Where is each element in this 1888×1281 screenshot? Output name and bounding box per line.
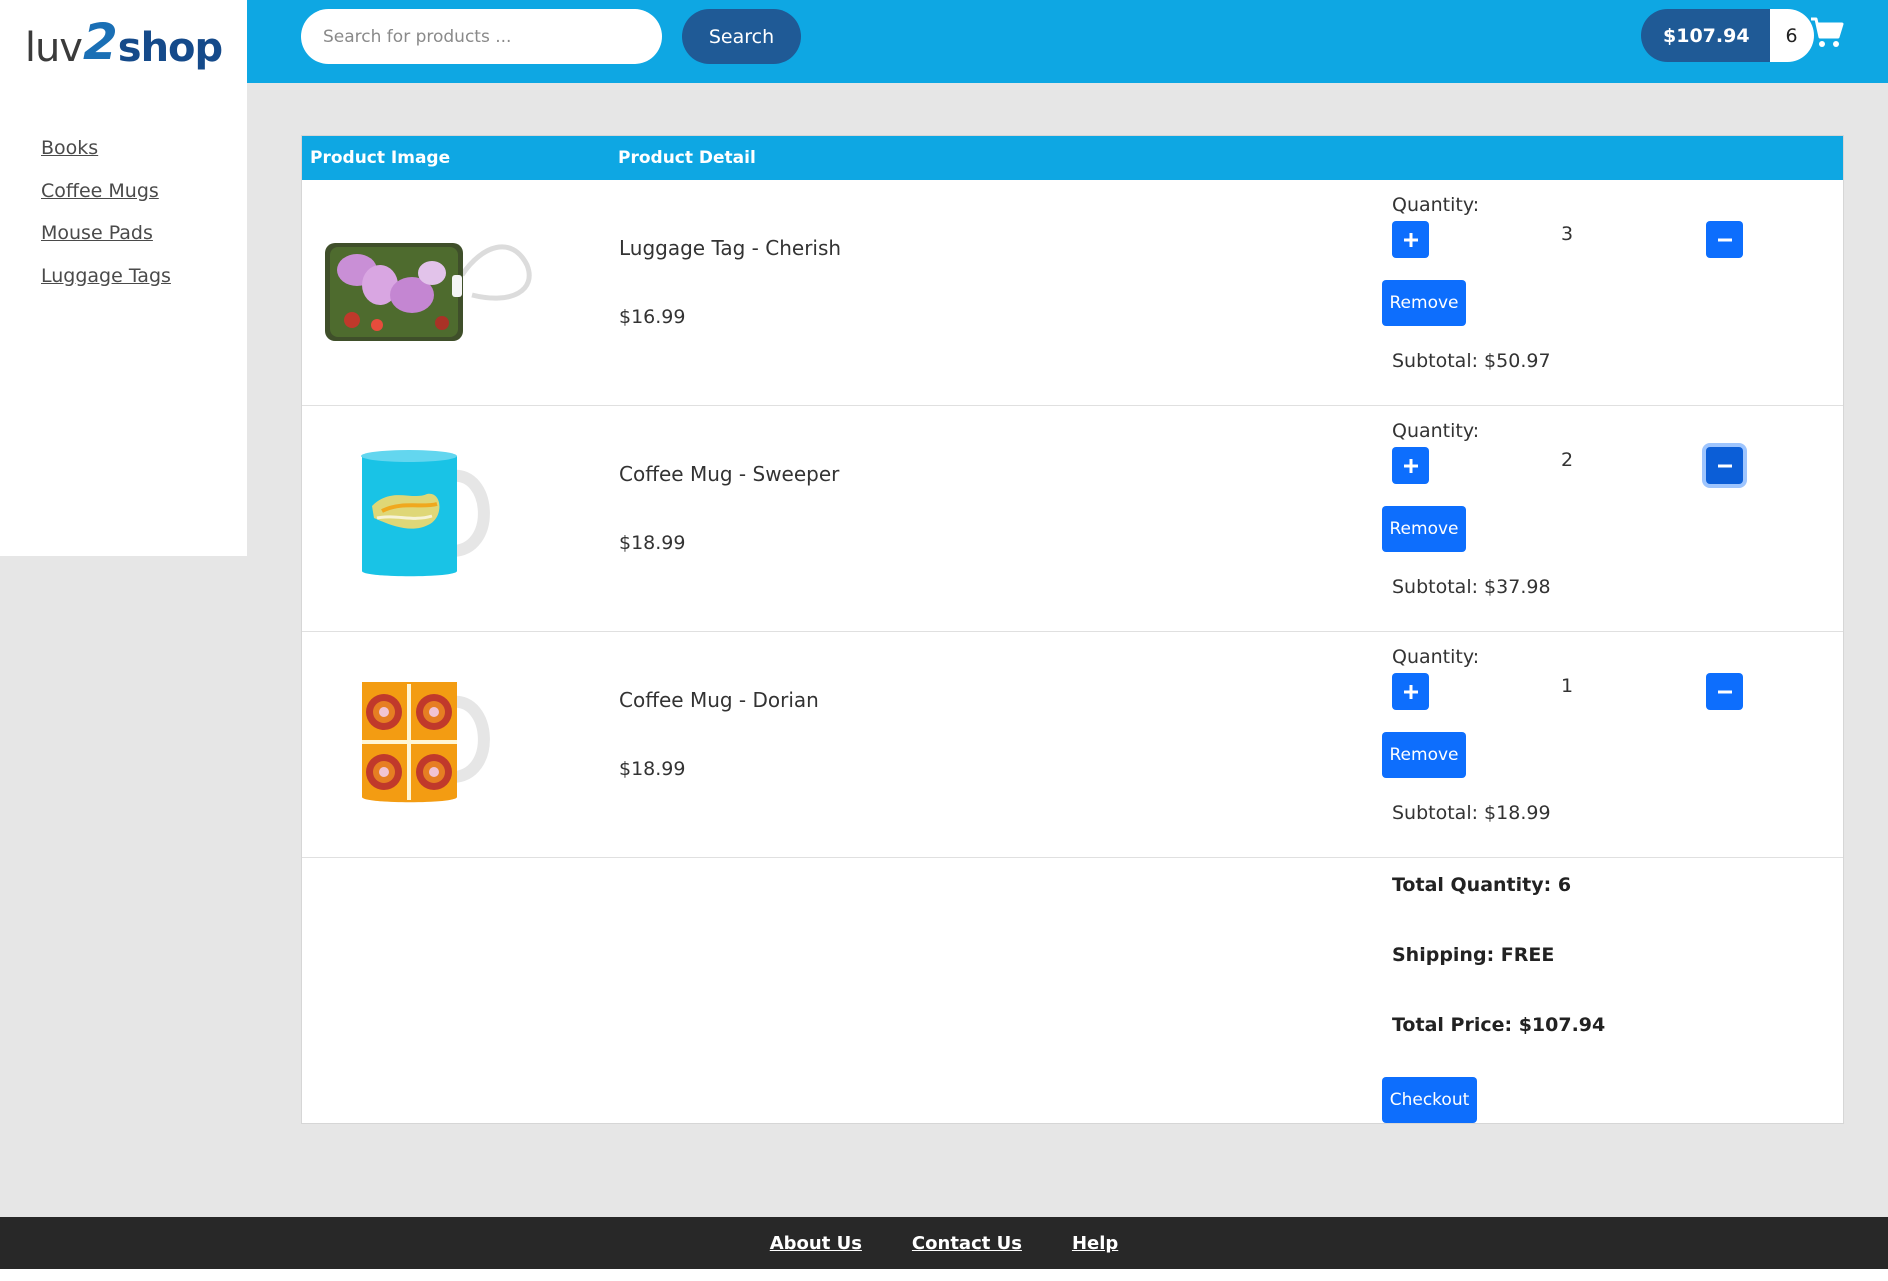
site-logo[interactable]: luv 2 shop [24, 12, 223, 71]
category-sidebar: Books Coffee Mugs Mouse Pads Luggage Tag… [0, 83, 247, 556]
minus-icon [1717, 464, 1732, 467]
column-header-product-detail: Product Detail [618, 148, 756, 168]
remove-item-button[interactable]: Remove [1382, 732, 1466, 778]
table-header: Product Image Product Detail [302, 136, 1843, 180]
decrement-quantity-button[interactable] [1706, 673, 1743, 710]
product-image [322, 446, 532, 586]
product-price: $18.99 [619, 532, 686, 554]
remove-item-button[interactable]: Remove [1382, 280, 1466, 326]
cart-total-price: $107.94 [1641, 9, 1770, 62]
increment-quantity-button[interactable] [1392, 221, 1429, 258]
table-row: Luggage Tag - Cherish $16.99 Quantity: 3… [302, 180, 1843, 406]
logo-text-luv: luv [24, 24, 83, 71]
increment-quantity-button[interactable] [1392, 673, 1429, 710]
quantity-value: 3 [1560, 223, 1574, 245]
footer-link-about-us[interactable]: About Us [770, 1233, 862, 1254]
page-bottom-strip [0, 1269, 1888, 1281]
cart-summary: Total Quantity: 6 Shipping: FREE Total P… [302, 858, 1843, 1133]
decrement-quantity-button[interactable] [1706, 447, 1743, 484]
table-row: Coffee Mug - Dorian $18.99 Quantity: 1 R… [302, 632, 1843, 858]
column-header-product-image: Product Image [310, 148, 451, 168]
product-name: Luggage Tag - Cherish [619, 236, 842, 260]
product-name: Coffee Mug - Dorian [619, 688, 819, 712]
sidebar-item-luggage-tags[interactable]: Luggage Tags [41, 264, 247, 307]
item-subtotal: Subtotal: $37.98 [1392, 576, 1551, 598]
cart-details-table: Product Image Product Detail Luggage Tag… [301, 135, 1844, 1124]
product-name: Coffee Mug - Sweeper [619, 462, 840, 486]
minus-icon [1717, 238, 1732, 241]
search-button[interactable]: Search [682, 9, 801, 64]
item-subtotal: Subtotal: $50.97 [1392, 350, 1551, 372]
plus-icon [1403, 232, 1418, 247]
search-input[interactable] [301, 9, 662, 64]
quantity-label: Quantity: [1392, 420, 1480, 442]
decrement-quantity-button[interactable] [1706, 221, 1743, 258]
product-price: $16.99 [619, 306, 686, 328]
product-image [322, 672, 532, 812]
cart-status[interactable]: $107.94 6 [1641, 9, 1814, 62]
product-image [322, 220, 532, 360]
increment-quantity-button[interactable] [1392, 447, 1429, 484]
logo-text-shop: shop [117, 24, 223, 71]
footer-link-help[interactable]: Help [1072, 1233, 1118, 1254]
plus-icon [1403, 458, 1418, 473]
quantity-value: 1 [1560, 675, 1574, 697]
plus-icon [1403, 684, 1418, 699]
sidebar-item-coffee-mugs[interactable]: Coffee Mugs [41, 179, 247, 222]
table-row: Coffee Mug - Sweeper $18.99 Quantity: 2 … [302, 406, 1843, 632]
footer: About Us Contact Us Help [0, 1217, 1888, 1269]
minus-icon [1717, 690, 1732, 693]
sidebar-item-mouse-pads[interactable]: Mouse Pads [41, 221, 247, 264]
quantity-label: Quantity: [1392, 646, 1480, 668]
shipping-info: Shipping: FREE [1392, 944, 1555, 966]
checkout-button[interactable]: Checkout [1382, 1077, 1477, 1123]
item-subtotal: Subtotal: $18.99 [1392, 802, 1551, 824]
footer-link-contact-us[interactable]: Contact Us [912, 1233, 1022, 1254]
quantity-value: 2 [1560, 449, 1574, 471]
total-quantity: Total Quantity: 6 [1392, 874, 1572, 896]
logo-area[interactable]: luv 2 shop [0, 0, 247, 83]
total-price: Total Price: $107.94 [1392, 1014, 1606, 1036]
sidebar-item-books[interactable]: Books [41, 136, 247, 179]
remove-item-button[interactable]: Remove [1382, 506, 1466, 552]
shopping-cart-icon[interactable] [1810, 16, 1844, 50]
logo-text-2: 2 [82, 12, 118, 71]
product-price: $18.99 [619, 758, 686, 780]
quantity-label: Quantity: [1392, 194, 1480, 216]
